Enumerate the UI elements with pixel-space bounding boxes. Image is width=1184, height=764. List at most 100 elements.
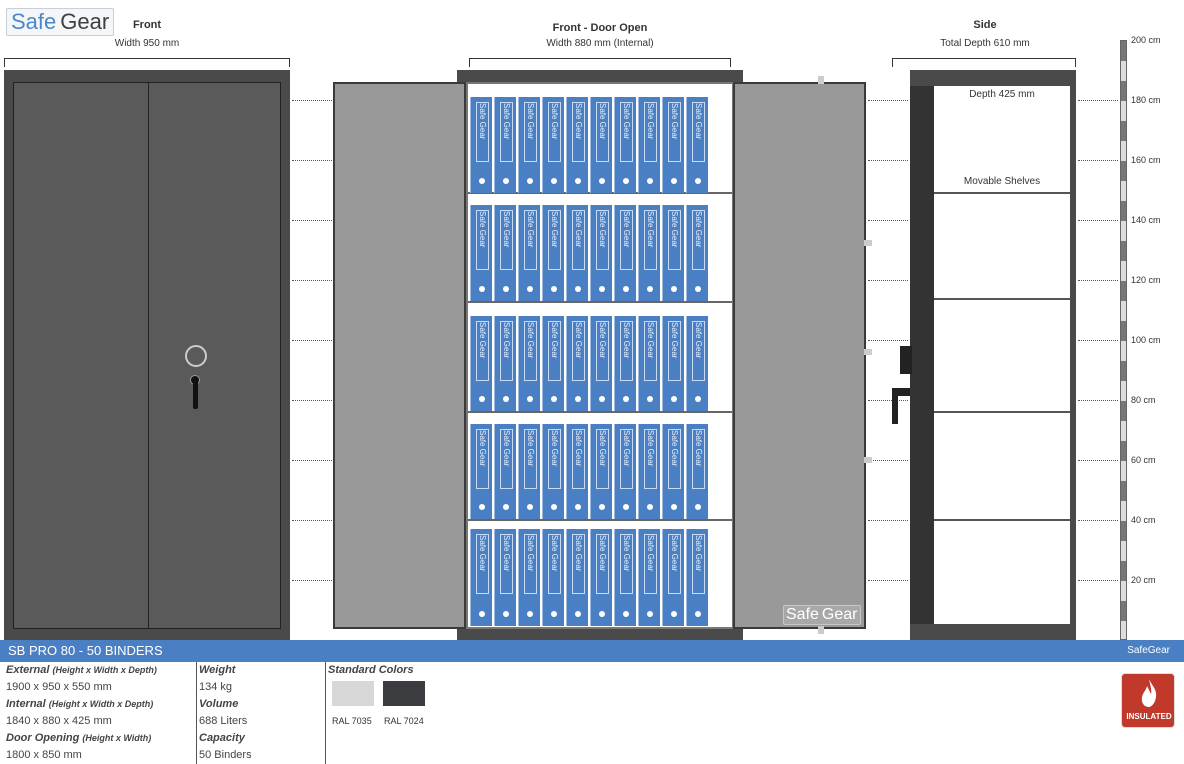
binder-label: Safe Gear [476, 102, 489, 162]
binder: Safe Gear [662, 205, 684, 301]
binder-label: Safe Gear [500, 210, 513, 270]
binder-label: Safe Gear [596, 102, 609, 162]
binder: Safe Gear [590, 97, 612, 193]
binder: Safe Gear [566, 316, 588, 411]
binder-ring-hole [623, 504, 629, 510]
binder: Safe Gear [686, 424, 708, 519]
binder-label: Safe Gear [620, 534, 633, 594]
binder-ring-hole [671, 611, 677, 617]
binder-label: Safe Gear [644, 321, 657, 381]
binder: Safe Gear [518, 205, 540, 301]
divider [196, 662, 197, 764]
binder: Safe Gear [638, 529, 660, 626]
open-left-door [333, 82, 466, 629]
binder-label: Safe Gear [692, 321, 705, 381]
door-logo-gear: Gear [821, 606, 858, 623]
binder-ring-hole [647, 286, 653, 292]
binder-ring-hole [695, 504, 701, 510]
ruler-tick-label: 60 cm [1131, 455, 1156, 465]
color-swatch-light[interactable] [332, 681, 374, 706]
binder-label: Safe Gear [692, 102, 705, 162]
binder: Safe Gear [662, 97, 684, 193]
binder-ring-hole [503, 178, 509, 184]
capacity-specs: Weight 134 kg Volume 688 Liters Capacity… [199, 664, 319, 764]
binder-ring-hole [551, 286, 557, 292]
binder-label: Safe Gear [644, 429, 657, 489]
binder-ring-hole [623, 286, 629, 292]
binder-ring-hole [671, 396, 677, 402]
volume-label: Volume [199, 698, 239, 710]
binder-ring-hole [575, 178, 581, 184]
binder: Safe Gear [614, 205, 636, 301]
binder: Safe Gear [494, 205, 516, 301]
binder: Safe Gear [662, 424, 684, 519]
ruler-tick-label: 120 cm [1131, 275, 1161, 285]
front-view-title: Front [132, 19, 162, 31]
dimensions-specs: External (Height x Width x Depth) 1900 x… [6, 664, 196, 764]
binder-ring-hole [575, 504, 581, 510]
left-door [13, 82, 149, 629]
door-opening-value: 1800 x 850 mm [6, 749, 82, 761]
shelf [468, 411, 732, 413]
binder-label: Safe Gear [500, 429, 513, 489]
color-name-light: RAL 7035 [332, 716, 372, 726]
side-shelf [934, 298, 1070, 300]
binder: Safe Gear [494, 316, 516, 411]
binder-ring-hole [551, 504, 557, 510]
binder: Safe Gear [470, 205, 492, 301]
binder-label: Safe Gear [548, 429, 561, 489]
side-shelf [934, 519, 1070, 521]
binder: Safe Gear [686, 205, 708, 301]
binder-label: Safe Gear [596, 321, 609, 381]
ruler-tick-label: 80 cm [1131, 395, 1156, 405]
ruler-tick-label: 180 cm [1131, 95, 1161, 105]
binder-ring-hole [647, 178, 653, 184]
bolt-3 [864, 457, 872, 463]
door-handle[interactable] [193, 381, 198, 409]
binder-label: Safe Gear [548, 321, 561, 381]
movable-shelves-label: Movable Shelves [963, 176, 1041, 187]
binder-ring-hole [599, 611, 605, 617]
binder-label: Safe Gear [596, 210, 609, 270]
internal-label: Internal (Height x Width x Depth) [6, 698, 154, 710]
binder: Safe Gear [566, 424, 588, 519]
binder-label: Safe Gear [668, 321, 681, 381]
weight-value: 134 kg [199, 681, 233, 693]
side-depth-bracket [892, 58, 1076, 67]
open-width-bracket [469, 58, 731, 67]
binder: Safe Gear [494, 424, 516, 519]
divider [325, 662, 326, 764]
binder-label: Safe Gear [476, 534, 489, 594]
flame-icon [1141, 679, 1157, 707]
binder-label: Safe Gear [476, 210, 489, 270]
side-shelf [934, 192, 1070, 194]
open-view-title: Front - Door Open [552, 22, 648, 34]
door-logo-safe: Safe [786, 606, 819, 623]
color-swatch-dark[interactable] [383, 681, 425, 706]
binder-label: Safe Gear [596, 429, 609, 489]
product-title-bar: SB PRO 80 - 50 BINDERS SafeGear [0, 640, 1184, 662]
binder-label: Safe Gear [692, 534, 705, 594]
binder-ring-hole [479, 396, 485, 402]
binder-ring-hole [599, 396, 605, 402]
binder-label: Safe Gear [668, 429, 681, 489]
combination-dial-icon[interactable] [185, 345, 207, 367]
binder-label: Safe Gear [668, 534, 681, 594]
binder-label: Safe Gear [548, 102, 561, 162]
hinge-bottom [818, 626, 824, 634]
binder-ring-hole [695, 178, 701, 184]
binder-label: Safe Gear [524, 321, 537, 381]
binder-ring-hole [599, 178, 605, 184]
binder-ring-hole [503, 396, 509, 402]
binder: Safe Gear [470, 529, 492, 626]
binder: Safe Gear [590, 205, 612, 301]
binder-label: Safe Gear [644, 210, 657, 270]
binder-label: Safe Gear [524, 429, 537, 489]
side-cabinet [910, 70, 1076, 640]
binder: Safe Gear [494, 97, 516, 193]
binder: Safe Gear [614, 316, 636, 411]
binder-label: Safe Gear [572, 210, 585, 270]
door-opening-label: Door Opening (Height x Width) [6, 732, 152, 744]
ruler-tick-label: 200 cm [1131, 35, 1161, 45]
binder: Safe Gear [638, 316, 660, 411]
